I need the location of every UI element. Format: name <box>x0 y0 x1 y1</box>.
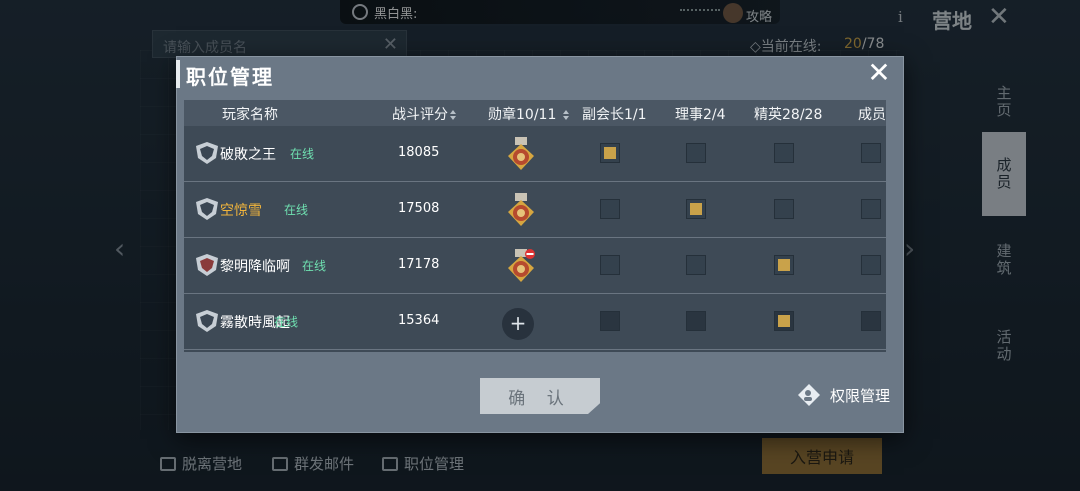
elite-checkbox[interactable] <box>774 311 794 331</box>
table-row: 霧散時風起 在线 15364 + <box>184 294 886 350</box>
vice-checkbox[interactable] <box>600 311 620 331</box>
col-elite: 精英28/28 <box>754 107 823 123</box>
online-status: 在线 <box>290 147 315 161</box>
col-director: 理事2/4 <box>675 107 726 123</box>
elite-checkbox[interactable] <box>774 143 794 163</box>
table-row: 空惊雪 在线 17508 <box>184 182 886 238</box>
col-combat-score[interactable]: 战斗评分 <box>392 104 457 124</box>
col-medal[interactable]: 勋章10/11 <box>488 104 570 124</box>
rank-badge-icon <box>196 142 218 164</box>
vice-checkbox[interactable] <box>600 199 620 219</box>
elite-checkbox[interactable] <box>774 199 794 219</box>
table-row: 破敗之王 在线 18085 <box>184 126 886 182</box>
title-accent-bar <box>176 60 180 88</box>
vice-checkbox[interactable] <box>600 255 620 275</box>
rank-badge-icon <box>196 310 218 332</box>
elite-checkbox[interactable] <box>774 255 794 275</box>
vice-checkbox[interactable] <box>600 143 620 163</box>
rank-badge-icon <box>196 198 218 220</box>
confirm-button[interactable]: 确 认 <box>480 378 600 414</box>
dialog-title: 职位管理 <box>186 65 274 89</box>
combat-score: 18085 <box>398 145 440 160</box>
add-medal-button[interactable]: + <box>502 308 534 340</box>
online-status: 在线 <box>284 203 309 217</box>
permission-icon <box>798 384 820 406</box>
table-header: 玩家名称 战斗评分 勋章10/11 副会长1/1 理事2/4 精英28/28 成… <box>184 100 886 126</box>
rank-badge-icon <box>196 254 218 276</box>
medal-icon[interactable] <box>506 136 536 172</box>
member-checkbox[interactable] <box>861 199 881 219</box>
position-management-dialog: 职位管理 ✕ 玩家名称 战斗评分 勋章10/11 副会长1/1 理事2/4 精英… <box>176 56 904 433</box>
sort-icon <box>562 110 570 120</box>
col-vice-leader: 副会长1/1 <box>582 107 647 123</box>
medal-icon[interactable] <box>506 192 536 228</box>
medal-remove-icon[interactable] <box>506 248 536 284</box>
online-status: 在线 <box>302 259 327 273</box>
table-row: 黎明降临啊 在线 17178 <box>184 238 886 294</box>
col-combat-score-label: 战斗评分 <box>392 107 448 123</box>
combat-score: 17178 <box>398 257 440 272</box>
permission-label: 权限管理 <box>830 386 891 405</box>
member-checkbox[interactable] <box>861 143 881 163</box>
player-name: 空惊雪 <box>220 203 262 219</box>
director-checkbox[interactable] <box>686 143 706 163</box>
player-name: 黎明降临啊 <box>220 259 290 275</box>
player-name: 破敗之王 <box>220 147 276 163</box>
dialog-close-icon[interactable]: ✕ <box>864 58 894 88</box>
permission-manage-button[interactable]: 权限管理 <box>796 382 890 408</box>
col-member: 成员 <box>858 107 886 123</box>
sort-icon <box>450 110 457 120</box>
director-checkbox[interactable] <box>686 255 706 275</box>
combat-score: 15364 <box>398 313 440 328</box>
member-checkbox[interactable] <box>861 255 881 275</box>
member-checkbox[interactable] <box>861 311 881 331</box>
col-player-name: 玩家名称 <box>222 107 278 123</box>
online-status: 在线 <box>274 315 299 329</box>
director-checkbox[interactable] <box>686 311 706 331</box>
position-table: 玩家名称 战斗评分 勋章10/11 副会长1/1 理事2/4 精英28/28 成… <box>184 100 886 352</box>
combat-score: 17508 <box>398 201 440 216</box>
director-checkbox[interactable] <box>686 199 706 219</box>
col-medal-label: 勋章10/11 <box>488 107 557 123</box>
